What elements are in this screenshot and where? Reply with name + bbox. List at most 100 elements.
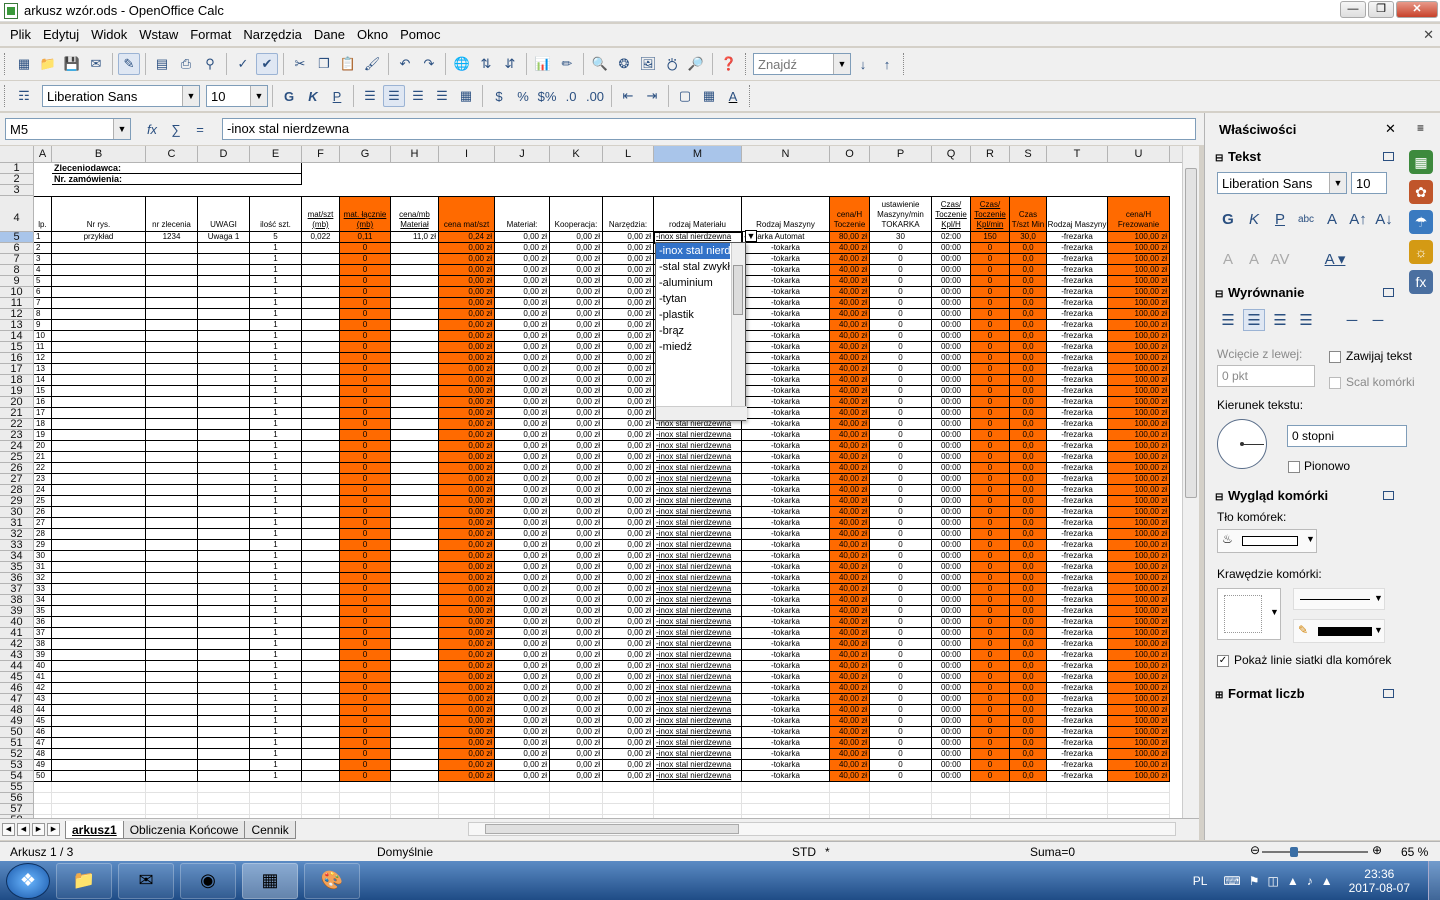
cell-d39[interactable] (198, 606, 250, 617)
cell-i19[interactable]: 0,00 zł (439, 386, 495, 397)
cell-k46[interactable]: 0,00 zł (550, 683, 603, 694)
cell-d31[interactable] (198, 518, 250, 529)
row-header-25[interactable]: 25 (0, 452, 34, 463)
order-number-label-cell[interactable]: Nr. zamówienia: (52, 174, 302, 185)
cell-u52[interactable]: 100,00 zł (1108, 749, 1170, 760)
cell-k13[interactable]: 0,00 zł (550, 320, 603, 331)
cell-h38[interactable] (391, 595, 439, 606)
cell-r37[interactable]: 0 (971, 584, 1010, 595)
cell-h49[interactable] (391, 716, 439, 727)
cell-g55[interactable] (340, 782, 391, 793)
cell-t13[interactable]: -frezarka (1047, 320, 1108, 331)
column-title-f[interactable]: mat/szt (mb) (302, 196, 340, 232)
cell-b47[interactable] (52, 694, 146, 705)
cell-r12[interactable]: 0 (971, 309, 1010, 320)
cell-c53[interactable] (146, 760, 198, 771)
cell-g17[interactable]: 0 (340, 364, 391, 375)
cell-t25[interactable]: -frezarka (1047, 452, 1108, 463)
cell-u26[interactable]: 100,00 zł (1108, 463, 1170, 474)
find-previous-icon[interactable]: ↑ (876, 53, 898, 75)
row-header-39[interactable]: 39 (0, 606, 34, 617)
cell-f7[interactable] (302, 254, 340, 265)
cell-q10[interactable]: 00:00 (932, 287, 971, 298)
cell-n36[interactable]: -tokarka (742, 573, 830, 584)
hyperlink-icon[interactable]: 🌐 (451, 53, 473, 75)
cell-u56[interactable] (1108, 793, 1170, 804)
cell-u31[interactable]: 100,00 zł (1108, 518, 1170, 529)
cell-m44[interactable]: -inox stal nierdzewna (654, 661, 742, 672)
formula-input[interactable]: -inox stal nierdzewna (222, 118, 1196, 140)
validation-dropdown-list[interactable]: -inox stal nierdzewna-stal stal zwykła-a… (655, 242, 747, 421)
cell-d28[interactable] (198, 485, 250, 496)
cell-q39[interactable]: 00:00 (932, 606, 971, 617)
cell-j54[interactable]: 0,00 zł (495, 771, 550, 782)
cell-j13[interactable]: 0,00 zł (495, 320, 550, 331)
cell-c49[interactable] (146, 716, 198, 727)
cell-h7[interactable] (391, 254, 439, 265)
cell-n46[interactable]: -tokarka (742, 683, 830, 694)
cell-q56[interactable] (932, 793, 971, 804)
cell-q11[interactable]: 00:00 (932, 298, 971, 309)
row-header-28[interactable]: 28 (0, 485, 34, 496)
cell-k25[interactable]: 0,00 zł (550, 452, 603, 463)
cell-f28[interactable] (302, 485, 340, 496)
cell-p49[interactable]: 0 (870, 716, 932, 727)
cell-d40[interactable] (198, 617, 250, 628)
cell-o34[interactable]: 40,00 zł (830, 551, 870, 562)
cell-s46[interactable]: 0,0 (1010, 683, 1047, 694)
cell-g48[interactable]: 0 (340, 705, 391, 716)
firefox-taskbar-icon[interactable]: ◉ (180, 862, 236, 899)
cell-l28[interactable]: 0,00 zł (603, 485, 654, 496)
cell-u8[interactable]: 100,00 zł (1108, 265, 1170, 276)
cell-e51[interactable]: 1 (250, 738, 302, 749)
cell-u45[interactable]: 100,00 zł (1108, 672, 1170, 683)
cell-e42[interactable]: 1 (250, 639, 302, 650)
cell-t38[interactable]: -frezarka (1047, 595, 1108, 606)
cell-c12[interactable] (146, 309, 198, 320)
dropdown-option[interactable]: -tytan (656, 291, 730, 307)
cell-c7[interactable] (146, 254, 198, 265)
cell-s35[interactable]: 0,0 (1010, 562, 1047, 573)
row-header-31[interactable]: 31 (0, 518, 34, 529)
cell-n49[interactable]: -tokarka (742, 716, 830, 727)
cell-c6[interactable] (146, 243, 198, 254)
cell-c37[interactable] (146, 584, 198, 595)
cell-r54[interactable]: 0 (971, 771, 1010, 782)
cell-a47[interactable]: 43 (34, 694, 52, 705)
cell-i46[interactable]: 0,00 zł (439, 683, 495, 694)
cell-o48[interactable]: 40,00 zł (830, 705, 870, 716)
cell-r6[interactable]: 0 (971, 243, 1010, 254)
cell-g50[interactable]: 0 (340, 727, 391, 738)
cell-r49[interactable]: 0 (971, 716, 1010, 727)
cell-b34[interactable] (52, 551, 146, 562)
cell-j14[interactable]: 0,00 zł (495, 331, 550, 342)
cell-k18[interactable]: 0,00 zł (550, 375, 603, 386)
cell-a38[interactable]: 34 (34, 595, 52, 606)
cell-q6[interactable]: 00:00 (932, 243, 971, 254)
cell-d29[interactable] (198, 496, 250, 507)
cell-u42[interactable]: 100,00 zł (1108, 639, 1170, 650)
cell-n37[interactable]: -tokarka (742, 584, 830, 595)
cell-h12[interactable] (391, 309, 439, 320)
chevron-down-icon[interactable]: ▼ (1329, 173, 1346, 193)
cell-p26[interactable]: 0 (870, 463, 932, 474)
cell-t48[interactable]: -frezarka (1047, 705, 1108, 716)
menu-dane[interactable]: Dane (308, 24, 351, 46)
cell-c54[interactable] (146, 771, 198, 782)
row-header-1[interactable]: 1 (0, 163, 34, 174)
cell-d55[interactable] (198, 782, 250, 793)
cell-j47[interactable]: 0,00 zł (495, 694, 550, 705)
chevron-down-icon[interactable]: ▼ (1306, 534, 1315, 544)
indent-input[interactable]: 0 pkt (1217, 365, 1315, 387)
cell-e33[interactable]: 1 (250, 540, 302, 551)
cell-c10[interactable] (146, 287, 198, 298)
cell-t44[interactable]: -frezarka (1047, 661, 1108, 672)
clock[interactable]: 23:36 2017-08-07 (1349, 867, 1410, 895)
cell-l25[interactable]: 0,00 zł (603, 452, 654, 463)
cell-m30[interactable]: -inox stal nierdzewna (654, 507, 742, 518)
cell-h35[interactable] (391, 562, 439, 573)
cell-u20[interactable]: 100,00 zł (1108, 397, 1170, 408)
toolbar-grip[interactable] (4, 85, 8, 107)
cell-h11[interactable] (391, 298, 439, 309)
cell-u41[interactable]: 100,00 zł (1108, 628, 1170, 639)
